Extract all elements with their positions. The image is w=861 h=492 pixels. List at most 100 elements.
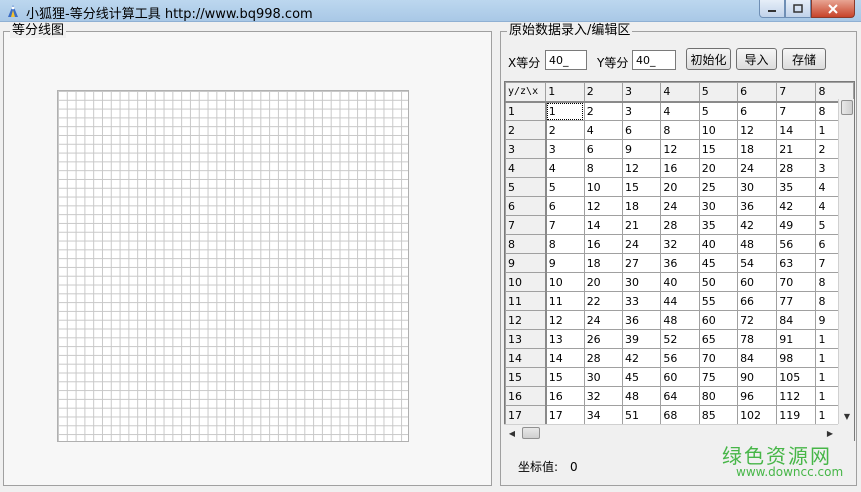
- row-header[interactable]: 4: [505, 158, 547, 178]
- table-cell[interactable]: 28: [776, 158, 817, 178]
- table-cell[interactable]: 68: [660, 405, 700, 425]
- table-cell[interactable]: 30: [698, 196, 739, 216]
- table-cell[interactable]: 49: [776, 215, 817, 235]
- table-cell[interactable]: 25: [698, 177, 739, 197]
- column-header[interactable]: 6: [737, 82, 778, 103]
- table-cell[interactable]: 16: [583, 234, 624, 254]
- horizontal-scroll-thumb[interactable]: [522, 427, 540, 439]
- table-cell[interactable]: 105: [776, 367, 817, 387]
- table-cell[interactable]: 56: [660, 348, 700, 368]
- table-cell[interactable]: 36: [737, 196, 778, 216]
- table-cell[interactable]: 28: [660, 215, 700, 235]
- table-cell[interactable]: 2: [583, 101, 624, 121]
- table-cell[interactable]: 24: [737, 158, 778, 178]
- table-cell[interactable]: 119: [776, 405, 817, 425]
- table-cell[interactable]: 5: [698, 101, 739, 121]
- table-cell[interactable]: 8: [660, 120, 700, 140]
- row-header[interactable]: 12: [505, 310, 547, 330]
- table-cell[interactable]: 14: [776, 120, 817, 140]
- save-button[interactable]: 存储: [782, 48, 826, 70]
- table-cell[interactable]: 20: [698, 158, 739, 178]
- table-cell[interactable]: 85: [698, 405, 739, 425]
- table-cell[interactable]: 33: [622, 291, 662, 311]
- table-cell[interactable]: 9: [622, 139, 662, 159]
- scroll-down-arrow-icon[interactable]: ▼: [839, 408, 855, 424]
- table-cell[interactable]: 56: [776, 234, 817, 254]
- table-cell[interactable]: 12: [737, 120, 778, 140]
- table-cell[interactable]: 1: [545, 101, 585, 121]
- table-cell[interactable]: 27: [622, 253, 662, 273]
- table-cell[interactable]: 28: [583, 348, 624, 368]
- table-cell[interactable]: 66: [737, 291, 778, 311]
- table-cell[interactable]: 63: [776, 253, 817, 273]
- row-header[interactable]: 8: [505, 234, 547, 254]
- horizontal-scrollbar[interactable]: ◀ ▶: [504, 424, 838, 441]
- contour-grid-canvas[interactable]: [57, 90, 409, 442]
- table-cell[interactable]: 60: [737, 272, 778, 292]
- x-divisions-input[interactable]: [545, 50, 587, 70]
- table-cell[interactable]: 4: [545, 158, 585, 178]
- table-cell[interactable]: 8: [545, 234, 585, 254]
- table-cell[interactable]: 15: [622, 177, 662, 197]
- table-cell[interactable]: 60: [698, 310, 739, 330]
- table-cell[interactable]: 26: [583, 329, 624, 349]
- row-header[interactable]: 1: [505, 101, 547, 121]
- table-cell[interactable]: 12: [583, 196, 624, 216]
- column-header[interactable]: 3: [622, 82, 662, 103]
- table-cell[interactable]: 14: [545, 348, 585, 368]
- table-cell[interactable]: 24: [583, 310, 624, 330]
- table-cell[interactable]: 48: [622, 386, 662, 406]
- table-cell[interactable]: 50: [698, 272, 739, 292]
- table-cell[interactable]: 45: [622, 367, 662, 387]
- table-cell[interactable]: 7: [776, 101, 817, 121]
- table-cell[interactable]: 42: [776, 196, 817, 216]
- data-grid[interactable]: y/z\x 12345678 1 1 2 3 4 5 6 7 8 2 2 4 6 8 10 12 14 1 3 3 6 9…: [504, 81, 855, 441]
- table-cell[interactable]: 2: [545, 120, 585, 140]
- row-header[interactable]: 10: [505, 272, 547, 292]
- table-cell[interactable]: 34: [583, 405, 624, 425]
- table-cell[interactable]: 22: [583, 291, 624, 311]
- table-cell[interactable]: 14: [583, 215, 624, 235]
- table-cell[interactable]: 55: [698, 291, 739, 311]
- table-cell[interactable]: 15: [698, 139, 739, 159]
- table-cell[interactable]: 91: [776, 329, 817, 349]
- table-cell[interactable]: 18: [622, 196, 662, 216]
- table-cell[interactable]: 90: [737, 367, 778, 387]
- table-cell[interactable]: 10: [545, 272, 585, 292]
- table-cell[interactable]: 11: [545, 291, 585, 311]
- table-cell[interactable]: 32: [660, 234, 700, 254]
- table-cell[interactable]: 32: [583, 386, 624, 406]
- row-header[interactable]: 7: [505, 215, 547, 235]
- table-cell[interactable]: 30: [583, 367, 624, 387]
- table-cell[interactable]: 4: [660, 101, 700, 121]
- table-cell[interactable]: 40: [698, 234, 739, 254]
- table-cell[interactable]: 12: [660, 139, 700, 159]
- table-cell[interactable]: 6: [583, 139, 624, 159]
- table-cell[interactable]: 13: [545, 329, 585, 349]
- import-button[interactable]: 导入: [736, 48, 777, 70]
- table-cell[interactable]: 70: [698, 348, 739, 368]
- table-cell[interactable]: 45: [698, 253, 739, 273]
- table-cell[interactable]: 20: [660, 177, 700, 197]
- column-header[interactable]: 5: [698, 82, 739, 103]
- table-cell[interactable]: 36: [660, 253, 700, 273]
- row-header[interactable]: 15: [505, 367, 547, 387]
- table-cell[interactable]: 12: [545, 310, 585, 330]
- table-cell[interactable]: 10: [583, 177, 624, 197]
- table-cell[interactable]: 18: [737, 139, 778, 159]
- row-header[interactable]: 16: [505, 386, 547, 406]
- table-cell[interactable]: 78: [737, 329, 778, 349]
- close-button[interactable]: [811, 0, 855, 18]
- row-header[interactable]: 9: [505, 253, 547, 273]
- table-cell[interactable]: 6: [622, 120, 662, 140]
- table-cell[interactable]: 4: [583, 120, 624, 140]
- table-cell[interactable]: 6: [545, 196, 585, 216]
- table-cell[interactable]: 35: [776, 177, 817, 197]
- vertical-scrollbar[interactable]: ▼: [838, 99, 854, 424]
- table-cell[interactable]: 54: [737, 253, 778, 273]
- table-cell[interactable]: 60: [660, 367, 700, 387]
- table-cell[interactable]: 9: [545, 253, 585, 273]
- row-header[interactable]: 17: [505, 405, 547, 425]
- table-cell[interactable]: 84: [737, 348, 778, 368]
- table-cell[interactable]: 77: [776, 291, 817, 311]
